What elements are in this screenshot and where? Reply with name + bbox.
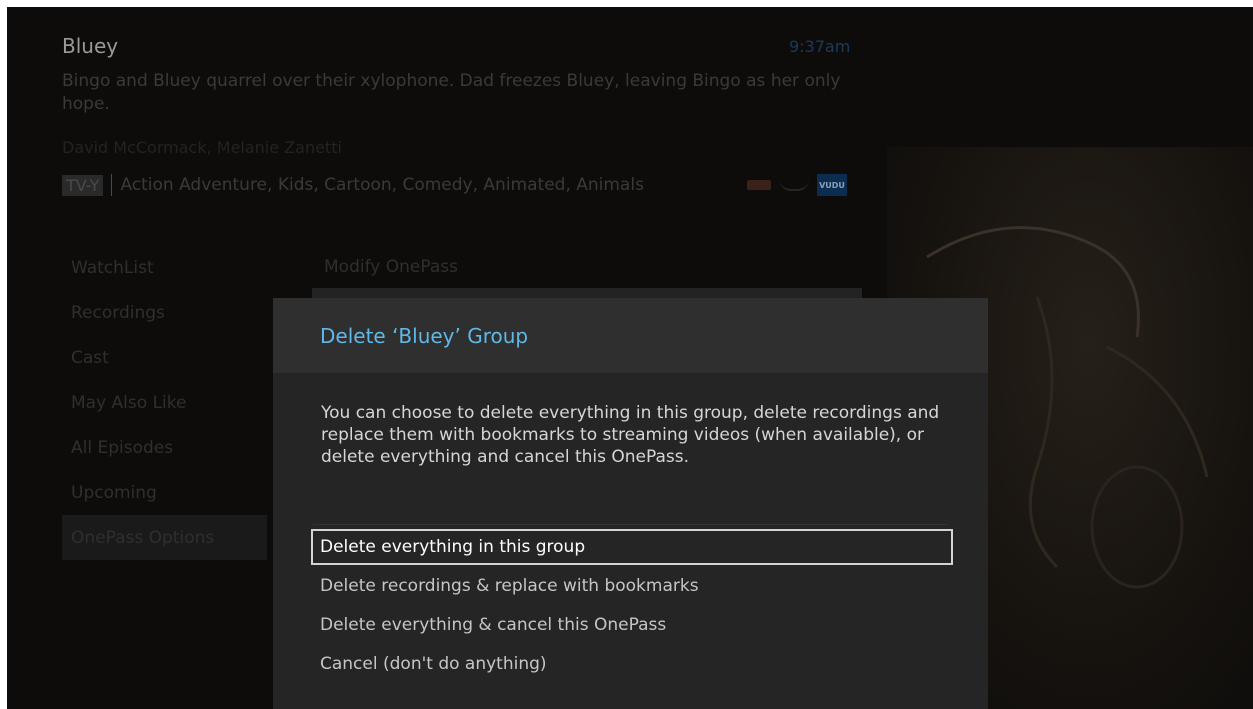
show-title: Bluey xyxy=(62,34,119,58)
dialog-title: Delete ‘Bluey’ Group xyxy=(320,323,529,348)
replace-with-bookmarks-option[interactable]: Delete recordings & replace with bookmar… xyxy=(311,568,953,604)
disney-plus-logo-icon xyxy=(779,179,809,191)
side-menu-item-may-also-like[interactable]: May Also Like xyxy=(62,380,267,425)
dialog-choices: Delete everything in this group Delete r… xyxy=(311,529,953,685)
episode-description: Bingo and Bluey quarrel over their xylop… xyxy=(62,71,841,114)
side-menu-item-upcoming[interactable]: Upcoming xyxy=(62,470,267,515)
dialog-header: Delete ‘Bluey’ Group xyxy=(273,298,988,373)
cancel-option[interactable]: Cancel (don't do anything) xyxy=(311,646,953,682)
disney-logo-icon xyxy=(747,180,771,190)
provider-icons: VUDU xyxy=(747,174,847,196)
dialog-message: You can choose to delete everything in t… xyxy=(321,403,940,467)
show-meta: TV-Y Action Adventure, Kids, Cartoon, Co… xyxy=(62,172,644,198)
side-menu-item-cast[interactable]: Cast xyxy=(62,335,267,380)
delete-everything-option[interactable]: Delete everything in this group xyxy=(311,529,953,565)
rating-badge: TV-Y xyxy=(62,174,104,196)
clock: 9:37am xyxy=(789,37,851,56)
cast-list: David McCormack, Melanie Zanetti xyxy=(62,138,342,157)
delete-group-dialog: Delete ‘Bluey’ Group You can choose to d… xyxy=(273,298,988,709)
menu-item-modify-onepass[interactable]: Modify OnePass xyxy=(312,245,862,288)
side-menu-item-onepass-options[interactable]: OnePass Options xyxy=(62,515,267,560)
tv-screen: Bluey 9:37am Bingo and Bluey quarrel ove… xyxy=(7,7,1253,709)
side-menu-item-recordings[interactable]: Recordings xyxy=(62,290,267,335)
side-menu-item-all-episodes[interactable]: All Episodes xyxy=(62,425,267,470)
divider xyxy=(111,174,113,196)
side-menu: WatchList Recordings Cast May Also Like … xyxy=(62,245,267,560)
vudu-logo-icon: VUDU xyxy=(817,174,847,196)
side-menu-item-watchlist[interactable]: WatchList xyxy=(62,245,267,290)
genres: Action Adventure, Kids, Cartoon, Comedy,… xyxy=(120,175,644,195)
dialog-divider xyxy=(313,524,948,525)
delete-and-cancel-onepass-option[interactable]: Delete everything & cancel this OnePass xyxy=(311,607,953,643)
